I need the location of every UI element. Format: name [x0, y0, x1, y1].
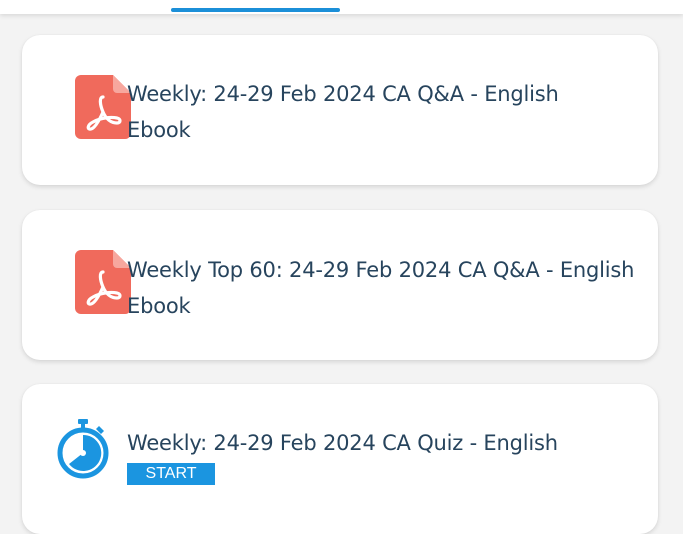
ebook-title: Weekly: 24-29 Feb 2024 CA Q&A - English … [127, 82, 559, 142]
ebook-card-weekly-qa[interactable]: Weekly: 24-29 Feb 2024 CA Q&A - English … [22, 35, 658, 185]
tab-bar [0, 0, 683, 14]
pdf-icon [75, 75, 131, 139]
quiz-card-weekly[interactable]: Weekly: 24-29 Feb 2024 CA Quiz - English… [22, 384, 658, 534]
ebook-title: Weekly Top 60: 24-29 Feb 2024 CA Q&A - E… [127, 258, 635, 318]
ebook-card-weekly-top60[interactable]: Weekly Top 60: 24-29 Feb 2024 CA Q&A - E… [22, 210, 658, 360]
start-button[interactable]: START [127, 463, 215, 485]
stopwatch-icon [52, 417, 114, 479]
pdf-icon [75, 250, 131, 314]
quiz-title: Weekly: 24-29 Feb 2024 CA Quiz - English [127, 431, 558, 455]
active-tab-indicator [171, 8, 340, 12]
